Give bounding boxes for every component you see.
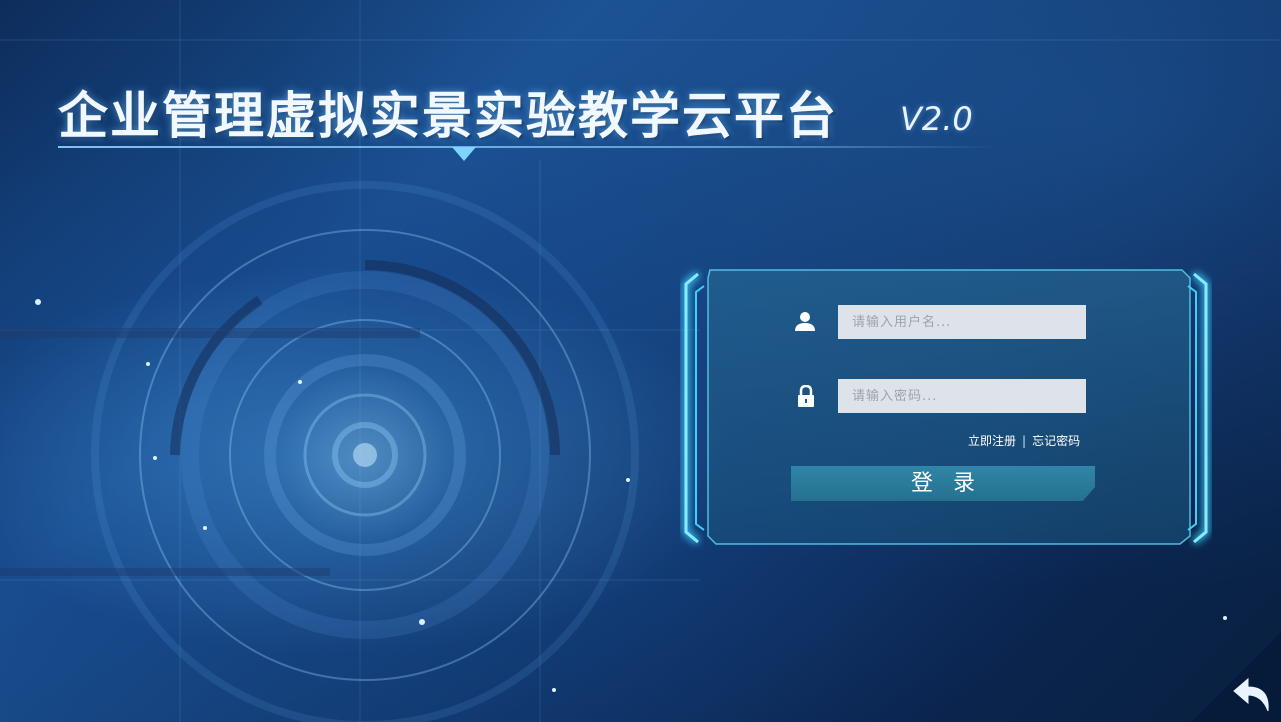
lock-icon — [798, 385, 814, 407]
forgot-password-link[interactable]: 忘记密码 — [1032, 434, 1080, 448]
account-links: 立即注册 | 忘记密码 — [968, 432, 1080, 449]
username-input[interactable] — [838, 305, 1086, 339]
links-separator: | — [1022, 434, 1027, 448]
user-icon — [795, 312, 815, 331]
register-link[interactable]: 立即注册 — [968, 434, 1016, 448]
app-version: V2.0 — [900, 100, 973, 138]
back-arrow-icon[interactable] — [1222, 665, 1281, 722]
login-button[interactable]: 登录 — [791, 466, 1095, 501]
title-notch — [452, 147, 476, 161]
title-divider — [58, 146, 998, 148]
password-input[interactable] — [838, 379, 1086, 413]
app-title: 企业管理虚拟实景实验教学云平台 — [58, 87, 838, 145]
